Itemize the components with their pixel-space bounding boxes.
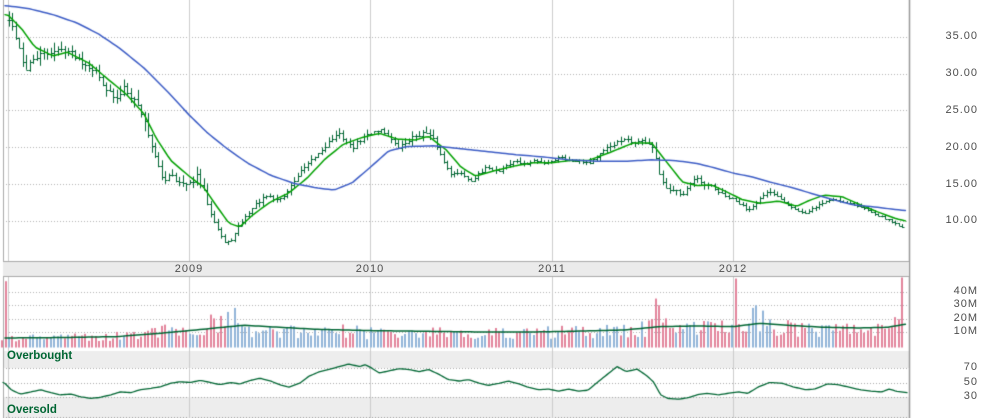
x-axis-year-label-2009: 2009 — [174, 263, 204, 275]
price-axis-label-10: 10.00 — [945, 214, 978, 226]
volume-axis-label-30m: 30M — [953, 298, 978, 310]
chart-canvas — [0, 0, 982, 418]
volume-axis-label-20m: 20M — [953, 312, 978, 324]
rsi-axis-label-50: 50 — [963, 376, 978, 388]
price-axis-label-30: 30.00 — [945, 67, 978, 79]
x-axis-year-label-2012: 2012 — [718, 263, 748, 275]
price-axis-label-25: 25.00 — [945, 104, 978, 116]
volume-axis-label-40m: 40M — [953, 285, 978, 297]
x-axis-year-label-2011: 2011 — [538, 263, 566, 275]
x-axis-year-label-2010: 2010 — [355, 263, 385, 275]
overbought-label: Overbought — [7, 350, 73, 362]
stock-chart: 35.00 30.00 25.00 20.00 15.00 10.00 2009… — [0, 0, 982, 418]
price-axis-label-20: 20.00 — [945, 141, 978, 153]
price-axis-label-15: 15.00 — [945, 178, 978, 190]
volume-axis-label-10m: 10M — [953, 325, 978, 337]
oversold-label: Oversold — [7, 404, 57, 416]
rsi-axis-label-30: 30 — [963, 390, 978, 402]
rsi-axis-label-70: 70 — [963, 361, 978, 373]
price-axis-label-35: 35.00 — [945, 30, 978, 42]
